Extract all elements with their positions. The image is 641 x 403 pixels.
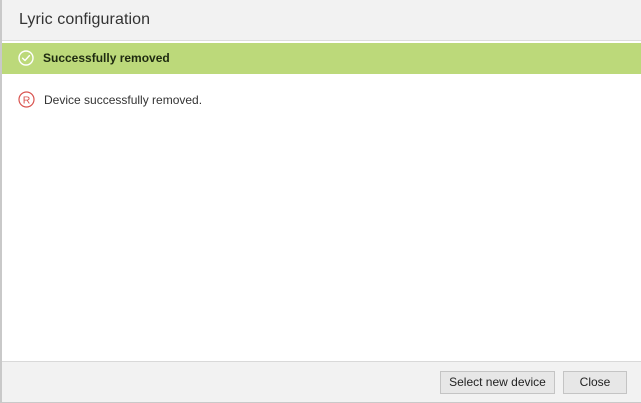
dialog-title: Lyric configuration	[19, 11, 151, 28]
select-new-device-button[interactable]: Select new device	[440, 371, 555, 394]
success-banner: Successfully removed	[2, 43, 641, 74]
lyric-configuration-dialog: Lyric configuration Successfully removed…	[0, 0, 641, 403]
status-message: R Device successfully removed.	[2, 89, 641, 111]
banner-message: Successfully removed	[43, 51, 170, 65]
check-circle-icon	[18, 50, 34, 66]
close-button[interactable]: Close	[563, 371, 627, 394]
dialog-titlebar: Lyric configuration	[2, 0, 641, 41]
svg-text:R: R	[23, 94, 31, 106]
registered-circle-icon: R	[18, 91, 35, 108]
dialog-footer: Select new device Close	[2, 361, 641, 402]
status-message-text: Device successfully removed.	[44, 93, 203, 107]
